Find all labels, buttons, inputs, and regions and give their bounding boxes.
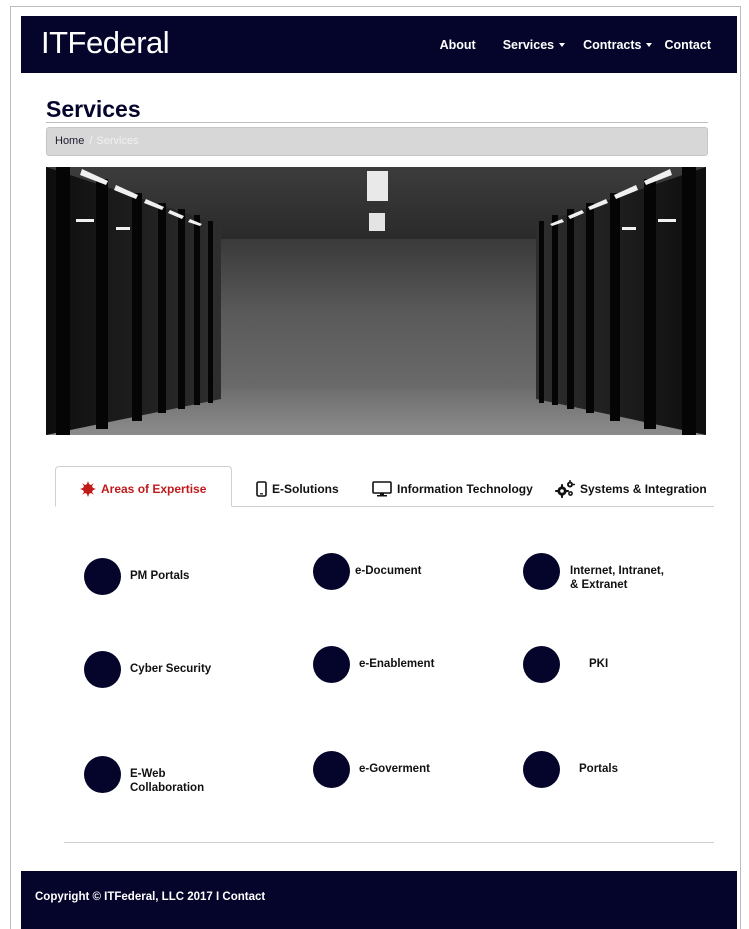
brand-logo[interactable]: ITFederal	[41, 25, 170, 61]
gear-burst-icon	[80, 481, 96, 497]
breadcrumb-home-link[interactable]: Home	[55, 135, 84, 147]
circle-icon	[313, 646, 350, 683]
expertise-item-e-goverment[interactable]: e-Goverment	[313, 751, 430, 788]
expertise-item-label: Portals	[579, 763, 618, 775]
expertise-item-label: e-Document	[355, 565, 422, 577]
nav-contracts-dropdown[interactable]: Contracts	[583, 37, 653, 52]
expertise-item-label: e-Enablement	[359, 658, 435, 670]
circle-icon	[313, 751, 350, 788]
expertise-item-portals[interactable]: Portals	[523, 751, 618, 788]
expertise-item-label: PKI	[589, 658, 609, 670]
expertise-item-pki[interactable]: PKI	[523, 646, 608, 683]
nav-contact-label: Contact	[664, 37, 711, 52]
monitor-icon	[372, 481, 392, 497]
nav-about[interactable]: About	[440, 38, 476, 52]
hero-server-room-image	[46, 167, 706, 435]
expertise-item-label: E-Web Collaboration	[130, 768, 205, 794]
expertise-item-e-enablement[interactable]: e-Enablement	[313, 646, 434, 683]
nav-contracts-label: Contracts	[583, 37, 642, 52]
nav-about-label: About	[439, 37, 476, 52]
caret-down-icon	[559, 43, 566, 47]
expertise-item-label: Internet, Intranet, & Extranet	[570, 565, 664, 591]
tab-e-solutions[interactable]: E-Solutions	[256, 476, 339, 502]
nav-contact[interactable]: Contact	[664, 38, 711, 52]
expertise-item-label: Cyber Security	[130, 663, 212, 675]
circle-icon	[84, 651, 121, 688]
breadcrumb-current: Services	[96, 135, 139, 147]
nav-services-dropdown[interactable]: Services	[502, 37, 566, 52]
tab-information-technology-label: Information Technology	[397, 482, 533, 496]
expertise-item-cyber-security[interactable]: Cyber Security	[84, 651, 211, 688]
footer: Copyright © ITFederal, LLC 2017 I Contac…	[21, 871, 737, 929]
circle-icon	[313, 553, 350, 590]
tab-systems-integration-label: Systems & Integration	[580, 482, 707, 496]
tab-information-technology[interactable]: Information Technology	[372, 476, 533, 502]
page-title: Services	[46, 96, 141, 122]
breadcrumb: Home / Services	[46, 127, 708, 156]
tablet-icon	[256, 481, 267, 497]
expertise-item-e-web-collaboration[interactable]: E-Web Collaboration	[84, 756, 204, 795]
server-room-illustration	[46, 167, 706, 435]
nav-services-label: Services	[502, 37, 555, 52]
expertise-item-internet-intranet-extranet[interactable]: Internet, Intranet, & Extranet	[523, 553, 664, 592]
circle-icon	[523, 646, 560, 683]
expertise-item-label: e-Goverment	[359, 763, 430, 775]
caret-down-icon	[646, 43, 653, 47]
content-divider	[64, 842, 714, 843]
circle-icon	[84, 756, 121, 793]
tab-areas-of-expertise[interactable]: Areas of Expertise	[80, 476, 206, 502]
tab-areas-of-expertise-label: Areas of Expertise	[101, 482, 207, 496]
circle-icon	[523, 751, 560, 788]
circle-icon	[523, 553, 560, 590]
tab-systems-integration[interactable]: Systems & Integration	[555, 476, 707, 502]
expertise-item-pm-portals[interactable]: PM Portals	[84, 558, 189, 595]
tab-e-solutions-label: E-Solutions	[272, 482, 339, 496]
expertise-item-label: PM Portals	[130, 570, 190, 582]
breadcrumb-separator: /	[89, 135, 93, 147]
top-navbar: ITFederal About Services Contracts Conta…	[21, 16, 737, 73]
main-nav: About Services Contracts Contact	[440, 16, 737, 73]
footer-copyright: Copyright © ITFederal, LLC 2017 I Contac…	[35, 891, 266, 903]
circle-icon	[84, 558, 121, 595]
title-divider	[46, 122, 708, 123]
gears-icon	[555, 480, 575, 498]
expertise-item-e-document[interactable]: e-Document	[313, 553, 421, 590]
